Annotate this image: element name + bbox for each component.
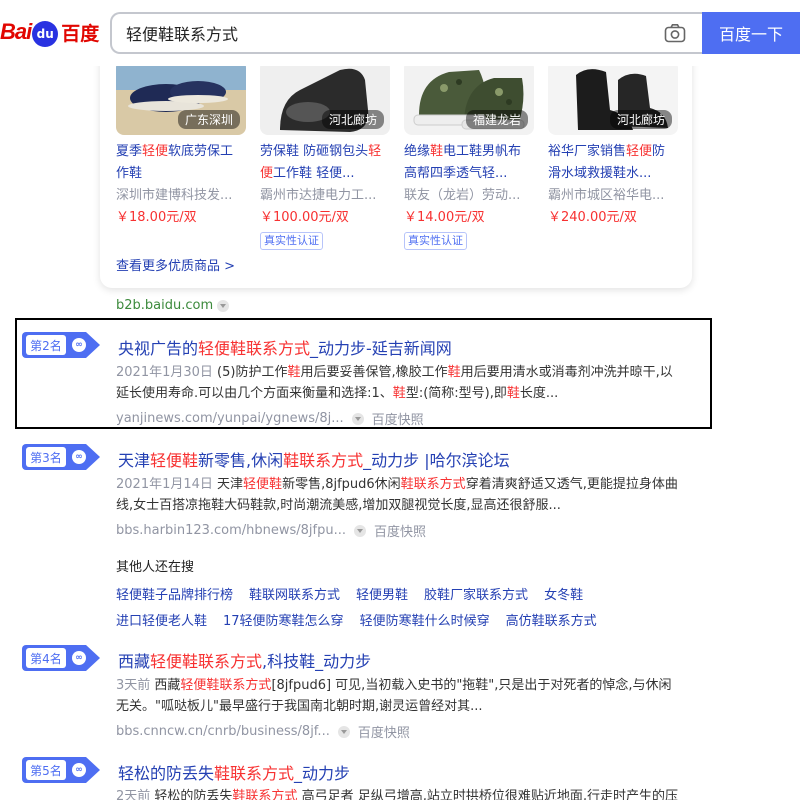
related-search-link[interactable]: 轻便男鞋 [356,584,408,603]
dropdown-icon[interactable] [351,412,364,425]
related-searches-title: 其他人还在搜 [116,560,195,575]
link-icon: ∞ [72,450,86,464]
result-url[interactable]: bbs.harbin123.com/hbnews/8jfpu... 百度快照 [116,521,426,540]
product-price: ￥14.00元/双 [404,210,485,225]
search-box [110,12,702,54]
rank-label: 第4名 [26,648,66,668]
source-url-text[interactable]: b2b.baidu.com [116,298,213,313]
related-searches-row: 轻便鞋子品牌排行榜 鞋联网联系方式 轻便男鞋 胶鞋厂家联系方式 女冬鞋 [116,584,583,603]
product-image[interactable]: 福建龙岩 [404,60,534,135]
link-icon: ∞ [72,338,86,352]
related-search-link[interactable]: 轻便鞋子品牌排行榜 [116,584,233,603]
related-search-link[interactable]: 高仿鞋联系方式 [506,610,597,629]
search-button[interactable]: 百度一下 [702,12,800,54]
result-title[interactable]: 央视广告的轻便鞋联系方式_动力步-延吉新闻网 [118,335,452,359]
product-price: ￥240.00元/双 [548,210,637,225]
location-badge: 河北廊坊 [609,110,672,129]
product-seller[interactable]: 霸州市达捷电力工... [260,185,390,207]
search-input[interactable] [126,14,646,52]
location-badge: 广东深圳 [177,110,240,129]
related-search-link[interactable]: 鞋联网联系方式 [249,584,340,603]
product-price: ￥18.00元/双 [116,210,197,225]
result-description: 2021年1月30日 (5)防护工作鞋用后要妥善保管,橡胶工作鞋用后要用清水或消… [116,365,673,401]
rank-badge: 第5名 ∞ [22,757,100,783]
snapshot-link[interactable]: 百度快照 [372,409,424,428]
dropdown-icon[interactable] [354,524,367,537]
location-badge: 河北廊坊 [321,110,384,129]
product-seller[interactable]: 深圳市建博科技发... [116,185,246,207]
logo-text-bai: Bai [0,19,32,44]
product-title[interactable]: 裕华厂家销售轻便防滑水域救援鞋水... [548,141,678,185]
result-description: 3天前 西藏轻便鞋联系方式[8jfpud6] 可见,当初载入史书的"拖鞋",只是… [116,678,672,714]
camera-icon[interactable] [664,23,686,43]
link-icon: ∞ [72,763,86,777]
header: Bai du 百度 百度一下 [0,0,800,66]
product-seller[interactable]: 霸州市城区裕华电... [548,185,678,207]
dropdown-icon[interactable] [337,725,350,738]
product-card[interactable]: 河北廊坊 劳保鞋 防砸钢包头轻便工作鞋 轻便... 霸州市达捷电力工... ￥1… [260,60,390,250]
result-title[interactable]: 轻松的防丢失鞋联系方式_动力步 [118,760,350,784]
rank-label: 第2名 [26,335,66,355]
source-url[interactable]: b2b.baidu.com [116,298,230,313]
result-title[interactable]: 天津轻便鞋新零售,休闲鞋联系方式_动力步 |哈尔滨论坛 [118,447,510,471]
related-search-link[interactable]: 女冬鞋 [544,584,583,603]
product-card[interactable]: 福建龙岩 绝缘鞋电工鞋男帆布高帮四季透气轻... 联友（龙岩）劳动... ￥14… [404,60,534,250]
rank-label: 第5名 [26,760,66,780]
verified-badge: 真实性认证 [404,232,467,250]
paw-icon: du [32,21,59,47]
related-searches-row: 进口轻便老人鞋 17轻便防寒鞋怎么穿 轻便防寒鞋什么时候穿 高仿鞋联系方式 [116,610,597,629]
products-card: 广东深圳 夏季轻便软底劳保工作鞋 深圳市建博科技发... ￥18.00元/双 河… [100,40,692,288]
related-search-link[interactable]: 17轻便防寒鞋怎么穿 [223,610,344,629]
product-seller[interactable]: 联友（龙岩）劳动... [404,185,534,207]
logo-text-du: 百度 [61,22,100,45]
result-description: 2021年1月14日 天津轻便鞋新零售,8jfpud6休闲鞋联系方式穿着清爽舒适… [116,477,678,513]
snapshot-link[interactable]: 百度快照 [358,722,410,741]
link-icon: ∞ [72,651,86,665]
more-goods-link[interactable]: 查看更多优质商品 > [116,255,235,274]
product-card[interactable]: 广东深圳 夏季轻便软底劳保工作鞋 深圳市建博科技发... ￥18.00元/双 [116,60,246,229]
dropdown-icon[interactable] [217,299,230,312]
product-title[interactable]: 夏季轻便软底劳保工作鞋 [116,141,246,185]
product-card[interactable]: 河北廊坊 裕华厂家销售轻便防滑水域救援鞋水... 霸州市城区裕华电... ￥24… [548,60,678,229]
product-image[interactable]: 河北廊坊 [548,60,678,135]
rank-badge: 第3名 ∞ [22,444,100,470]
baidu-logo[interactable]: Bai du 百度 [0,12,99,52]
result-description: 2天前 轻松的防丢失鞋联系方式 高弓足者 足纵弓增高,站立时拱桥位很难贴近地面,… [116,789,678,800]
result-url[interactable]: yanjinews.com/yunpai/ygnews/8j... 百度快照 [116,409,424,428]
related-search-link[interactable]: 轻便防寒鞋什么时候穿 [360,610,490,629]
rank-label: 第3名 [26,447,66,467]
product-image[interactable]: 广东深圳 [116,60,246,135]
result-title[interactable]: 西藏轻便鞋联系方式,科技鞋_动力步 [118,648,371,672]
result-url-text[interactable]: yanjinews.com/yunpai/ygnews/8j... [116,411,344,426]
rank-badge: 第4名 ∞ [22,645,100,671]
snapshot-link[interactable]: 百度快照 [374,521,426,540]
location-badge: 福建龙岩 [465,110,528,129]
rank-badge: 第2名 ∞ [22,332,100,358]
related-search-link[interactable]: 进口轻便老人鞋 [116,610,207,629]
product-title[interactable]: 绝缘鞋电工鞋男帆布高帮四季透气轻... [404,141,534,185]
related-search-link[interactable]: 胶鞋厂家联系方式 [424,584,528,603]
product-image[interactable]: 河北廊坊 [260,60,390,135]
result-url-text[interactable]: bbs.cnncw.cn/cnrb/business/8jf... [116,724,330,739]
verified-badge: 真实性认证 [260,232,323,250]
result-url[interactable]: bbs.cnncw.cn/cnrb/business/8jf... 百度快照 [116,722,410,741]
product-price: ￥100.00元/双 [260,210,349,225]
product-title[interactable]: 劳保鞋 防砸钢包头轻便工作鞋 轻便... [260,141,390,185]
result-url-text[interactable]: bbs.harbin123.com/hbnews/8jfpu... [116,523,346,538]
